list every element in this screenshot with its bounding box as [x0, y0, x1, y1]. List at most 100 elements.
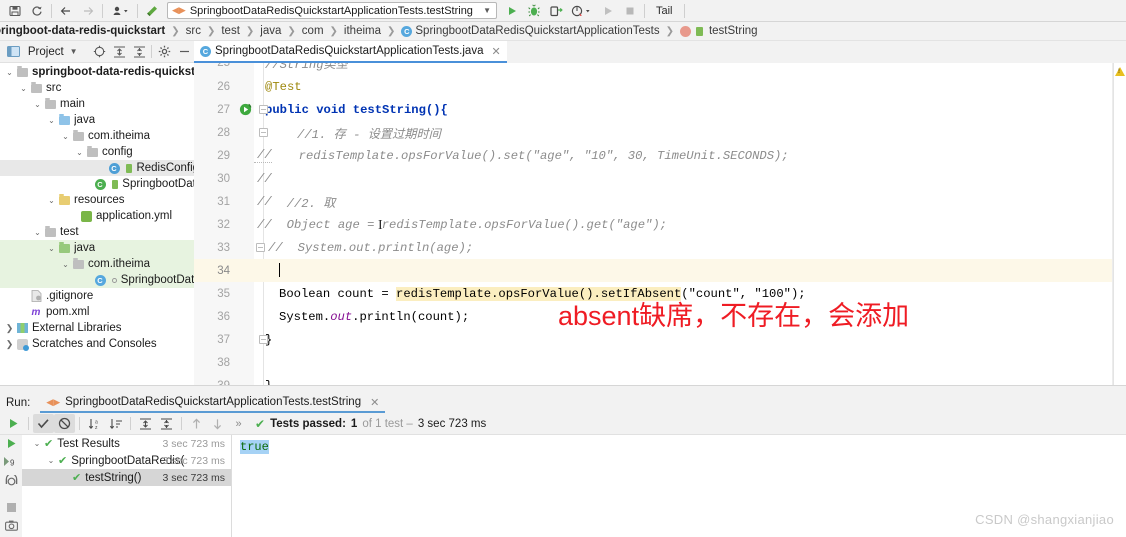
chevron-down-icon[interactable]: ⌄	[32, 100, 43, 109]
stop-icon[interactable]	[3, 502, 19, 513]
editor-tab-active[interactable]: C SpringbootDataRedisQuickstartApplicati…	[194, 41, 507, 63]
next-failed-test-icon[interactable]	[207, 414, 228, 433]
tree-item-src[interactable]: ⌄ src	[0, 80, 194, 96]
tree-item-label: springboot-data-redis-quickstart	[32, 66, 194, 78]
warning-triangle-icon[interactable]	[1115, 67, 1125, 76]
tree-item-scratches[interactable]: ❯ Scratches and Consoles	[0, 336, 194, 352]
breadcrumb-item-src[interactable]: src	[186, 25, 201, 37]
project-tree[interactable]: ⌄ springboot-data-redis-quickstart ⌄ src…	[0, 63, 194, 385]
forward-arrow-icon[interactable]	[77, 1, 99, 21]
tree-item-package-config[interactable]: ⌄ config	[0, 144, 194, 160]
chevron-right-icon[interactable]: ❯	[4, 323, 15, 334]
chevron-down-icon[interactable]: ⌄	[18, 84, 29, 93]
expand-all-icon[interactable]	[109, 43, 129, 61]
chevron-down-icon[interactable]: ⌄	[46, 196, 57, 205]
tree-item-module[interactable]: ⌄ springboot-data-redis-quickstart	[0, 64, 194, 80]
tree-item-test-java[interactable]: ⌄ java	[0, 240, 194, 256]
editor-vertical-scrollbar[interactable]	[1112, 63, 1113, 385]
breadcrumb-item-java[interactable]: java	[260, 25, 281, 37]
run-test-gutter-icon[interactable]	[236, 103, 254, 116]
code-editor[interactable]: 25 //String类型 26 @Test 27 public void te…	[194, 63, 1126, 385]
close-icon[interactable]: ✕	[370, 396, 379, 409]
tree-item-test-package[interactable]: ⌄ com.itheima	[0, 256, 194, 272]
breadcrumb-item-class[interactable]: C SpringbootDataRedisQuickstartApplicati…	[401, 25, 660, 37]
toolbar-divider	[79, 417, 80, 430]
tree-item-package-itheima[interactable]: ⌄ com.itheima	[0, 128, 194, 144]
chevron-down-icon[interactable]: ⌄	[74, 148, 85, 157]
test-tree-method[interactable]: ⌄ ✔ testString() 3 sec 723 ms	[22, 469, 231, 486]
locate-target-icon[interactable]	[90, 43, 110, 61]
run-panel-splitter[interactable]	[0, 385, 1126, 393]
close-icon[interactable]: ✕	[491, 45, 500, 58]
run-configuration-selector[interactable]: ◀▶ SpringbootDataRedisQuickstartApplicat…	[167, 2, 497, 19]
tree-item-redisconfig[interactable]: ⌄ C RedisConfig	[0, 160, 194, 176]
console-icon[interactable]	[3, 475, 19, 488]
fold-marker[interactable]	[254, 128, 272, 137]
breadcrumb-item-test[interactable]: test	[221, 25, 240, 37]
tree-item-springboot-app[interactable]: ⌄ C SpringbootData	[0, 176, 194, 192]
tree-item-label: .gitignore	[46, 290, 94, 302]
debug-button[interactable]	[523, 1, 545, 21]
breadcrumb-item-method[interactable]: testString	[679, 25, 758, 37]
chevron-down-icon[interactable]: ⌄	[60, 260, 71, 269]
test-tree-root[interactable]: ⌄ ✔ Test Results 3 sec 723 ms	[22, 435, 231, 452]
tree-item-main-java[interactable]: ⌄ java	[0, 112, 194, 128]
tree-item-test[interactable]: ⌄ test	[0, 224, 194, 240]
check-icon: ✔	[58, 455, 68, 467]
breadcrumb-item-com[interactable]: com	[302, 25, 324, 37]
run-button[interactable]	[501, 1, 523, 21]
tree-item-resources[interactable]: ⌄ resources	[0, 192, 194, 208]
gear-icon[interactable]	[154, 43, 174, 61]
tree-item-test-class[interactable]: ⌄ C SpringbootData	[0, 272, 194, 288]
rerun-icon[interactable]	[3, 414, 24, 433]
tree-item-application-yml[interactable]: ⌄ application.yml	[0, 208, 194, 224]
more-options-icon[interactable]: »	[228, 414, 249, 433]
show-passed-icon[interactable]	[33, 414, 54, 433]
tree-item-gitignore[interactable]: ⌄ .gitignore	[0, 288, 194, 304]
chevron-down-icon[interactable]: ⌄	[46, 116, 57, 125]
build-hammer-icon[interactable]	[141, 1, 163, 21]
back-arrow-icon[interactable]	[55, 1, 77, 21]
chevron-down-icon[interactable]: ⌄	[4, 68, 15, 77]
run-panel-tab[interactable]: ◀▶ SpringbootDataRedisQuickstartApplicat…	[40, 393, 386, 413]
sort-by-duration-icon[interactable]	[105, 414, 126, 433]
line-number: 27	[217, 103, 230, 116]
tree-item-label: main	[60, 98, 85, 110]
test-tree-class[interactable]: ⌄ ✔ SpringbootDataRedis( 3 sec 723 ms	[22, 452, 231, 469]
chevron-right-icon[interactable]: ❯	[4, 339, 15, 350]
test-status-bar: ✔ Tests passed: 1 of 1 test – 3 sec 723 …	[255, 417, 486, 431]
chevron-down-icon[interactable]: ⌄	[30, 439, 44, 448]
screenshot-icon[interactable]	[3, 520, 19, 531]
debugger-icon[interactable]: 9	[3, 456, 19, 468]
run-with-coverage-button[interactable]	[545, 1, 567, 21]
breadcrumb-item-itheima[interactable]: itheima	[344, 25, 381, 37]
save-icon[interactable]	[4, 1, 26, 21]
minimize-icon[interactable]	[174, 43, 194, 61]
sort-alphabetically-icon[interactable]: az	[84, 414, 105, 433]
avatar-dropdown-icon[interactable]	[106, 1, 134, 21]
tree-item-label: SpringbootData	[120, 274, 194, 286]
test-results-tree[interactable]: ⌄ ✔ Test Results 3 sec 723 ms ⌄ ✔ Spring…	[22, 435, 232, 537]
editor-inspection-gutter[interactable]	[1113, 63, 1126, 385]
chevron-down-icon[interactable]: ⌄	[60, 132, 71, 141]
breadcrumb-item-project[interactable]: oringboot-data-redis-quickstart	[0, 25, 165, 37]
rerun-dim-icon	[597, 1, 619, 21]
expand-all-icon[interactable]	[135, 414, 156, 433]
run-icon[interactable]	[3, 438, 19, 449]
collapse-all-icon[interactable]	[129, 43, 149, 61]
chevron-down-icon[interactable]: ⌄	[44, 456, 58, 465]
project-panel-title[interactable]: Project	[28, 46, 64, 58]
collapse-all-icon[interactable]	[156, 414, 177, 433]
sync-icon[interactable]	[26, 1, 48, 21]
previous-failed-test-icon[interactable]	[186, 414, 207, 433]
chevron-down-icon[interactable]: ⌄	[46, 244, 57, 253]
tree-item-external-libraries[interactable]: ❯ External Libraries	[0, 320, 194, 336]
tail-button[interactable]: Tail	[648, 5, 681, 17]
tree-item-pom-xml[interactable]: ⌄ m pom.xml	[0, 304, 194, 320]
chevron-down-icon[interactable]: ▼	[64, 43, 84, 61]
breadcrumb-class-label: SpringbootDataRedisQuickstartApplication…	[415, 25, 660, 37]
profile-button[interactable]	[567, 1, 597, 21]
show-ignored-icon[interactable]	[54, 414, 75, 433]
chevron-down-icon[interactable]: ⌄	[32, 228, 43, 237]
tree-item-main[interactable]: ⌄ main	[0, 96, 194, 112]
